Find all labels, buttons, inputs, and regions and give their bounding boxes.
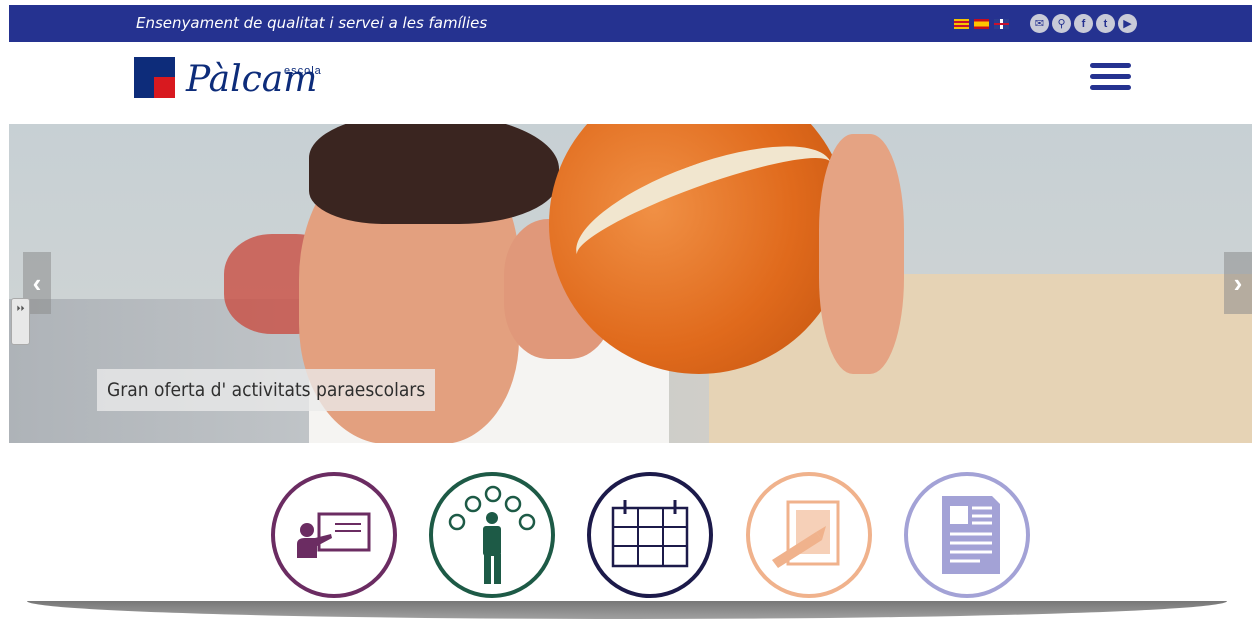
social-links: ✉ ⚲ f t ▶ — [1030, 14, 1137, 33]
location-icon[interactable]: ⚲ — [1052, 14, 1071, 33]
flag-spanish-icon[interactable] — [974, 19, 989, 29]
page-shadow — [27, 601, 1227, 619]
double-chevron-icon: ⏵⏵ — [16, 304, 25, 313]
feature-enrollment-button[interactable] — [746, 472, 872, 598]
logo-escola: escola — [284, 65, 322, 77]
player-hair — [309, 124, 559, 224]
player-hand — [819, 134, 904, 374]
slide-caption: Gran oferta d' activitats paraescolars — [97, 369, 436, 411]
feature-documents-button[interactable] — [904, 472, 1030, 598]
slider-next-button[interactable]: › — [1224, 252, 1252, 314]
note-pencil-icon — [772, 500, 840, 568]
tagline: Ensenyament de qualitat i servei a les f… — [136, 14, 488, 32]
calendar-icon — [611, 500, 689, 568]
logo-square-icon — [134, 57, 175, 98]
language-switcher — [954, 19, 1009, 29]
youtube-icon[interactable]: ▶ — [1118, 14, 1137, 33]
hamburger-line — [1090, 85, 1131, 90]
top-bar: Ensenyament de qualitat i servei a les f… — [9, 5, 1252, 42]
document-icon — [942, 496, 1000, 574]
hero-slider: ‹ › Gran oferta d' activitats paraescola… — [9, 124, 1252, 443]
network-person-icon — [448, 485, 536, 584]
hamburger-icon[interactable] — [1090, 63, 1131, 90]
hamburger-line — [1090, 63, 1131, 68]
chevron-left-icon: ‹ — [32, 267, 42, 298]
side-panel-handle[interactable]: ⏵⏵ — [11, 298, 30, 345]
flag-english-icon[interactable] — [994, 19, 1009, 29]
flag-catalan-icon[interactable] — [954, 19, 969, 29]
feature-calendar-button[interactable] — [587, 472, 713, 598]
chevron-right-icon: › — [1233, 267, 1243, 298]
feature-teaching-button[interactable] — [271, 472, 397, 598]
feature-network-button[interactable] — [429, 472, 555, 598]
teacher-board-icon — [297, 512, 371, 558]
hamburger-line — [1090, 74, 1131, 79]
twitter-icon[interactable]: t — [1096, 14, 1115, 33]
email-icon[interactable]: ✉ — [1030, 14, 1049, 33]
facebook-icon[interactable]: f — [1074, 14, 1093, 33]
